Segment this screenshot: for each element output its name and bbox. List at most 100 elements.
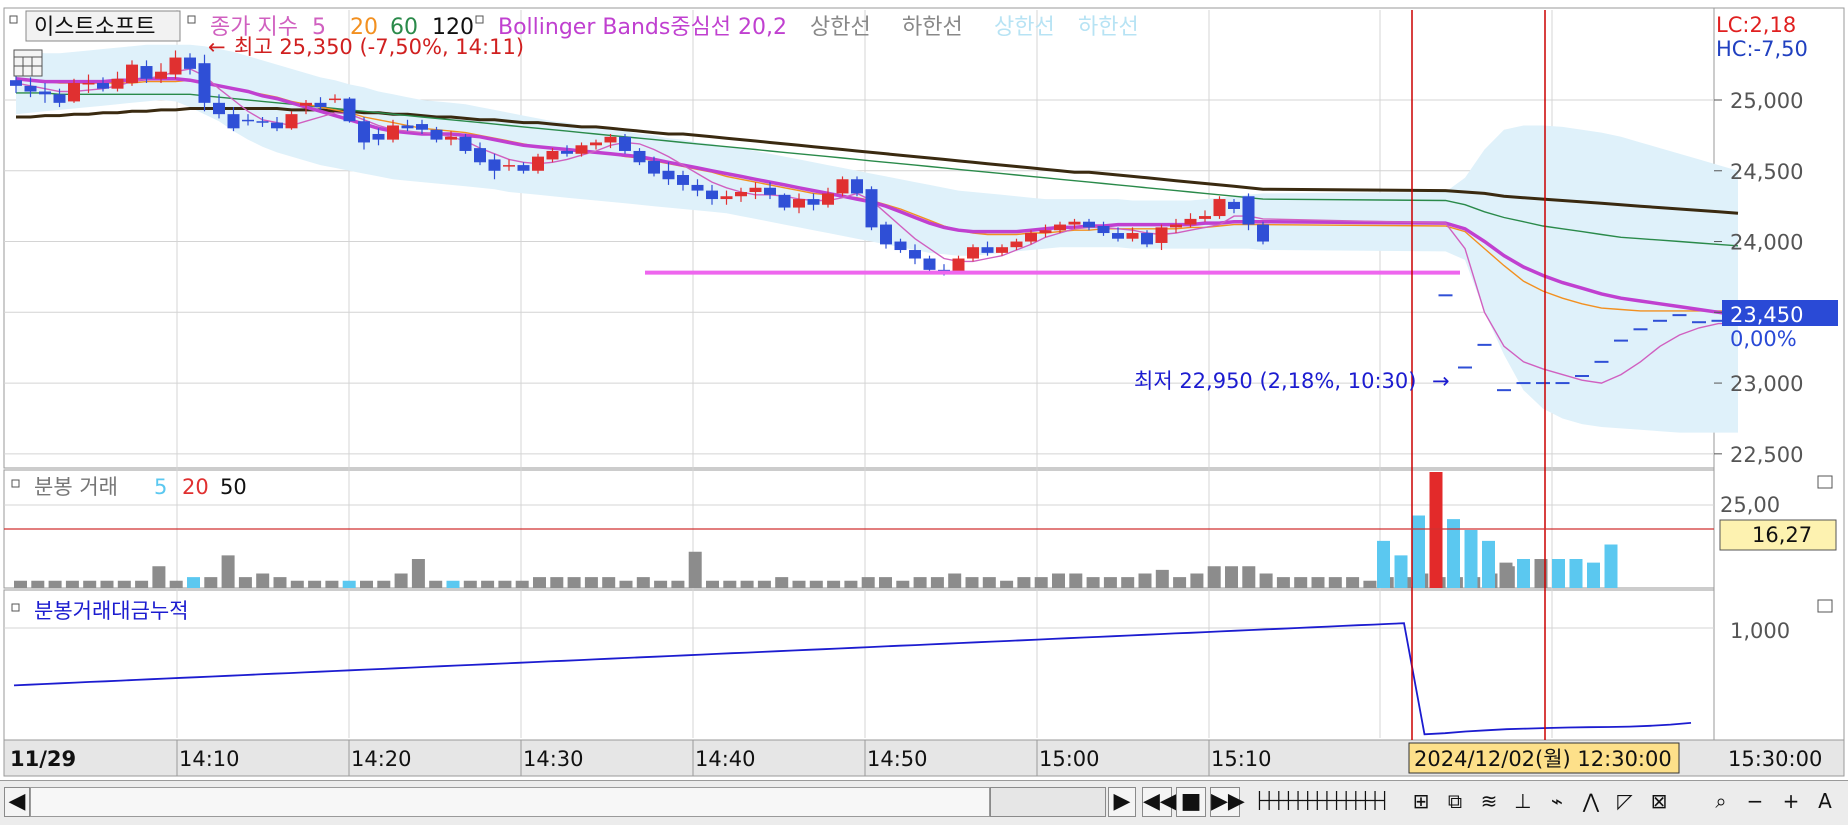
candle-body [923,258,936,270]
candle-body [343,98,356,122]
candle-body [68,83,80,102]
zoom-slider[interactable]: ├┼┼┼┼┼┼┼┼┼┼┼┼┤ [1254,787,1390,817]
nav-last-button[interactable]: ▶▶ [1210,787,1245,817]
candle-body [329,98,341,101]
volume-bar [204,577,218,588]
x-tick-label: 14:40 [695,747,756,771]
candle-body [1242,196,1255,225]
volume-bar [152,566,166,588]
y-tick-label: 22,500 [1730,443,1803,467]
nav-first-button[interactable]: ◀◀ [1142,787,1177,817]
volume-bar [498,580,512,588]
candle-body [24,85,37,92]
volume-bar [360,580,373,588]
scroll-thumb[interactable] [990,787,1106,817]
legend-bb-upper2: 상한선 [994,15,1055,40]
volume-bar [1242,566,1256,588]
volume-bar [809,580,823,588]
candle-body [1054,224,1066,231]
volume-bar [619,580,633,588]
legend-bb-lower2: 하한선 [1078,15,1139,40]
volume-bar [256,573,270,588]
volume-bar [740,580,754,588]
volume-bar [83,580,97,588]
volume-bar [463,580,477,588]
wave-icon[interactable]: ⋀ [1576,787,1606,817]
candle-body [807,199,820,205]
candle-body [706,190,718,200]
zoom-out-icon[interactable]: − [1740,787,1770,817]
grid-icon[interactable]: ⊞ [1406,787,1436,817]
x-end-label: 15:30:00 [1728,747,1822,771]
zoom-in-icon[interactable]: + [1776,787,1806,817]
volume-close-icon[interactable] [1817,475,1833,489]
volume-bar [1412,515,1425,588]
chart-toolbar: ◀ ▶ ◀◀ ■ ▶▶ ├┼┼┼┼┼┼┼┼┼┼┼┼┤ ⊞ ⧉ ≋ ⊥ ⌁ ⋀ ◸… [0,780,1848,825]
volume-bar [1225,566,1238,588]
volume-bar [1311,577,1325,588]
volume-bar [342,580,356,588]
volume-bar [1552,559,1565,588]
volume-bar [135,580,149,588]
candle-body [300,102,312,106]
candle-body [1097,225,1110,234]
candle-body [503,165,515,167]
clear-icon[interactable]: ⊠ [1644,787,1674,817]
text-icon[interactable]: A [1810,787,1840,817]
pattern-icon[interactable]: ≋ [1474,787,1504,817]
trendline-icon[interactable]: ⌁ [1542,787,1572,817]
volume-bar [187,577,200,588]
calendar-icon[interactable] [13,49,43,77]
candle-body [720,196,733,200]
candle-body [140,66,153,79]
volume-bar [48,580,62,588]
y-tick-label: 23,000 [1730,372,1803,396]
volume-bar [1103,577,1117,588]
candle-body [169,57,182,75]
scroll-right-button[interactable]: ▶ [1108,787,1136,817]
x-tick-label: 14:50 [867,747,928,771]
volume-bar [567,577,581,588]
candle-body [1141,233,1153,245]
volume-bar [861,577,875,588]
volume-bar [671,580,685,588]
value-close-icon[interactable] [1817,599,1833,613]
nav-stop-button[interactable]: ■ [1176,787,1206,817]
volume-bar [775,577,789,588]
last-change: 0,00% [1730,327,1797,351]
scroll-track[interactable] [30,787,990,817]
volume-bar [1052,573,1065,588]
volume-bar [550,577,564,588]
crosshair-icon[interactable]: ⊥ [1508,787,1538,817]
volume-legend-ma50: 50 [220,475,247,499]
candle-body [764,187,776,195]
volume-bar [221,555,235,588]
volume-bar [1517,559,1530,588]
candle-body [793,199,805,208]
candle-body [213,102,225,115]
candle-body [1010,241,1023,248]
volume-bar [827,580,841,588]
volume-bar [1121,577,1135,588]
candle-body [1155,227,1168,243]
volume-bar [1377,540,1390,588]
volume-bar [1190,573,1204,588]
volume-bar [1000,580,1014,588]
candle-body [1068,221,1081,225]
volume-bar [1587,562,1600,588]
volume-bar [757,580,771,588]
search-icon[interactable]: ⌕ [1706,787,1736,817]
value-y-tick: 1,000 [1730,619,1790,643]
candle-body [372,133,385,140]
stock-name[interactable]: 이스트소프트 [34,15,155,40]
x-tick-label: 14:30 [523,747,584,771]
draw-icon[interactable]: ◸ [1610,787,1640,817]
value-panel-frame [3,589,1715,741]
overlay-icon[interactable]: ⧉ [1440,787,1470,817]
scroll-left-button[interactable]: ◀ [4,787,30,817]
volume-bar [636,577,650,588]
volume-legend-label: 분봉 거래 [34,475,118,499]
volume-bar [1138,573,1152,588]
low-arrow-icon: → [1432,369,1450,393]
volume-bar [1346,577,1360,588]
